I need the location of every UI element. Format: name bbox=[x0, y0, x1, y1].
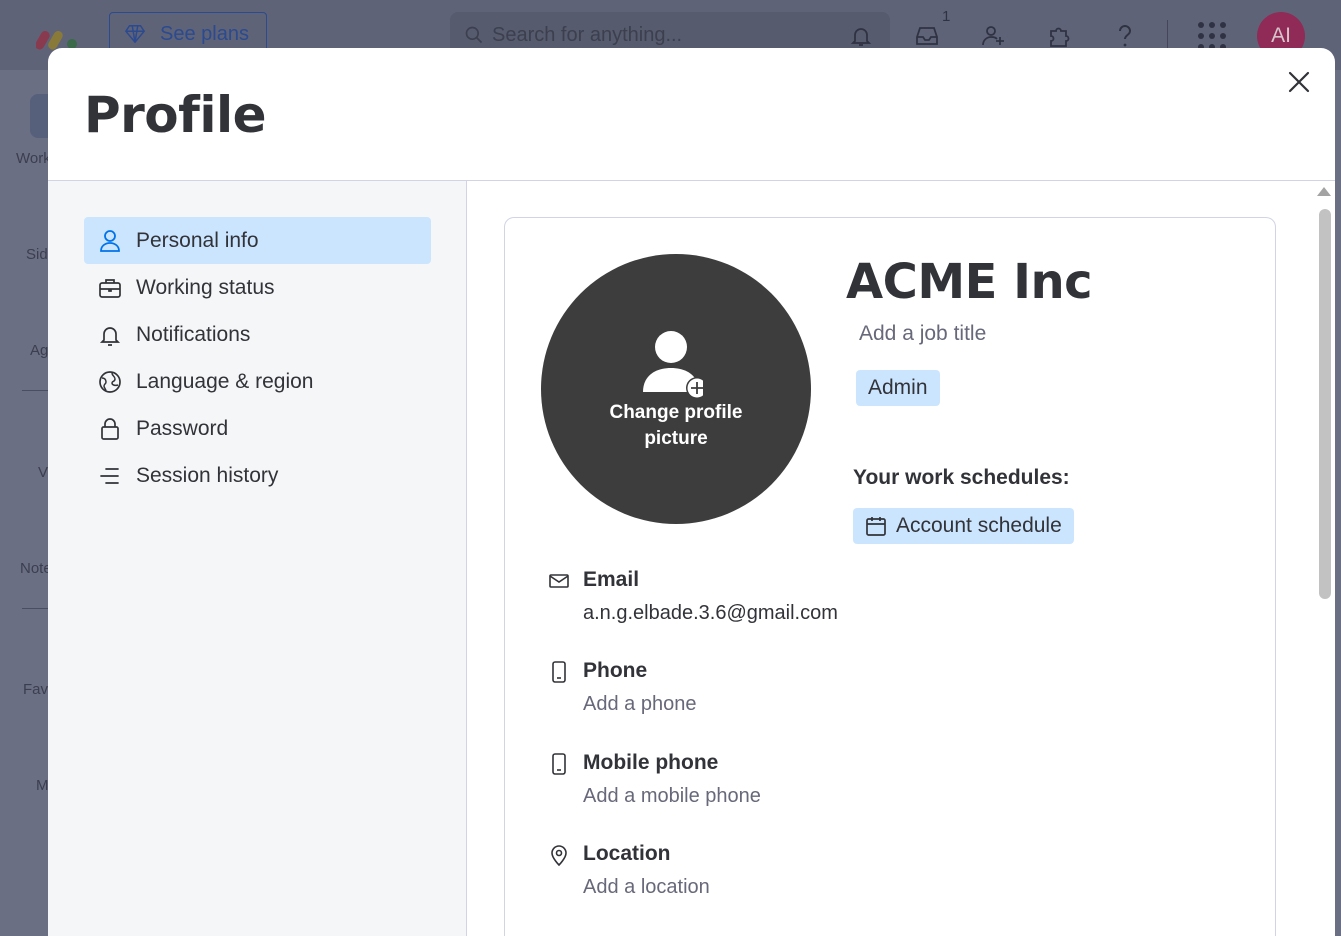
topbar-divider bbox=[1167, 20, 1168, 50]
profile-modal: Profile Personal info Working status Not… bbox=[48, 48, 1335, 936]
calendar-icon bbox=[866, 517, 886, 536]
mobile-phone-input[interactable]: Add a mobile phone bbox=[583, 785, 761, 808]
job-title-input[interactable]: Add a job title bbox=[859, 322, 986, 346]
lock-icon bbox=[84, 417, 136, 441]
profile-card: Change profile picture ACME Inc Add a jo… bbox=[504, 217, 1276, 936]
nav-item-personal-info[interactable]: Personal info bbox=[84, 217, 431, 264]
sidebar-label: Sid bbox=[26, 246, 48, 263]
nav-item-label: Working status bbox=[136, 275, 275, 299]
sidebar-work-tile[interactable] bbox=[30, 94, 48, 138]
phone-input[interactable]: Add a phone bbox=[583, 693, 696, 716]
phone-icon bbox=[549, 661, 569, 683]
role-badge: Admin bbox=[856, 370, 940, 406]
personal-info-panel: Change profile picture ACME Inc Add a jo… bbox=[468, 181, 1335, 936]
mail-icon bbox=[549, 570, 569, 592]
nav-item-label: Notifications bbox=[136, 322, 251, 346]
profile-name[interactable]: ACME Inc bbox=[846, 254, 1093, 310]
change-picture-line: Change profile bbox=[609, 402, 743, 423]
sidebar-label: M bbox=[36, 777, 49, 794]
search-icon bbox=[465, 26, 483, 44]
briefcase-icon bbox=[84, 277, 136, 299]
nav-item-label: Language & region bbox=[136, 369, 314, 393]
mobile-phone-label: Mobile phone bbox=[583, 751, 719, 774]
email-label: Email bbox=[583, 568, 640, 591]
sidebar-label: Note bbox=[20, 560, 52, 577]
close-button[interactable] bbox=[1281, 64, 1317, 100]
location-icon bbox=[549, 844, 569, 866]
close-icon bbox=[1288, 71, 1310, 93]
person-icon bbox=[84, 229, 136, 253]
background-sidebar: Work Sid Ag V Note Fav M bbox=[0, 70, 52, 936]
see-plans-label: See plans bbox=[160, 22, 249, 45]
page-title: Profile bbox=[84, 86, 267, 144]
account-schedule-chip[interactable]: Account schedule bbox=[853, 508, 1074, 544]
nav-item-label: Personal info bbox=[136, 228, 259, 252]
nav-item-session-history[interactable]: Session history bbox=[84, 452, 431, 499]
phone-label: Phone bbox=[583, 659, 648, 682]
sidebar-label: Ag bbox=[30, 342, 49, 359]
email-value[interactable]: a.n.g.elbade.3.6@gmail.com bbox=[583, 602, 838, 625]
person-add-icon bbox=[643, 331, 703, 399]
inbox-count: 1 bbox=[942, 8, 951, 25]
list-icon bbox=[84, 466, 136, 486]
scroll-thumb[interactable] bbox=[1319, 209, 1331, 599]
settings-nav: Personal info Working status Notificatio… bbox=[48, 181, 467, 936]
nav-item-notifications[interactable]: Notifications bbox=[84, 311, 431, 358]
sidebar-label: Fav bbox=[23, 681, 49, 698]
content-scrollbar[interactable] bbox=[1313, 181, 1335, 936]
nav-item-working-status[interactable]: Working status bbox=[84, 264, 431, 311]
nav-item-language-region[interactable]: Language & region bbox=[84, 358, 431, 405]
globe-icon bbox=[84, 370, 136, 394]
account-schedule-label: Account schedule bbox=[896, 514, 1062, 537]
nav-item-label: Password bbox=[136, 416, 229, 440]
sidebar-label: Work bbox=[16, 150, 51, 167]
sidebar-divider bbox=[22, 608, 48, 609]
scroll-up-arrow-icon[interactable] bbox=[1317, 187, 1331, 196]
search-placeholder: Search for anything... bbox=[492, 23, 683, 46]
change-picture-label: Change profile picture bbox=[541, 400, 811, 452]
location-label: Location bbox=[583, 842, 671, 865]
nav-item-label: Session history bbox=[136, 463, 279, 487]
diamond-icon bbox=[124, 25, 146, 44]
sidebar-divider bbox=[22, 390, 48, 391]
change-profile-picture-button[interactable]: Change profile picture bbox=[541, 254, 811, 524]
change-picture-line: picture bbox=[644, 428, 708, 449]
mobile-icon bbox=[549, 753, 569, 775]
bell-icon bbox=[84, 323, 136, 347]
work-schedules-label: Your work schedules: bbox=[853, 466, 1070, 489]
monday-logo-icon bbox=[36, 30, 77, 50]
sidebar-label: V bbox=[38, 464, 49, 481]
location-input[interactable]: Add a location bbox=[583, 876, 710, 899]
nav-item-password[interactable]: Password bbox=[84, 405, 431, 452]
avatar-initials: AI bbox=[1271, 24, 1291, 47]
